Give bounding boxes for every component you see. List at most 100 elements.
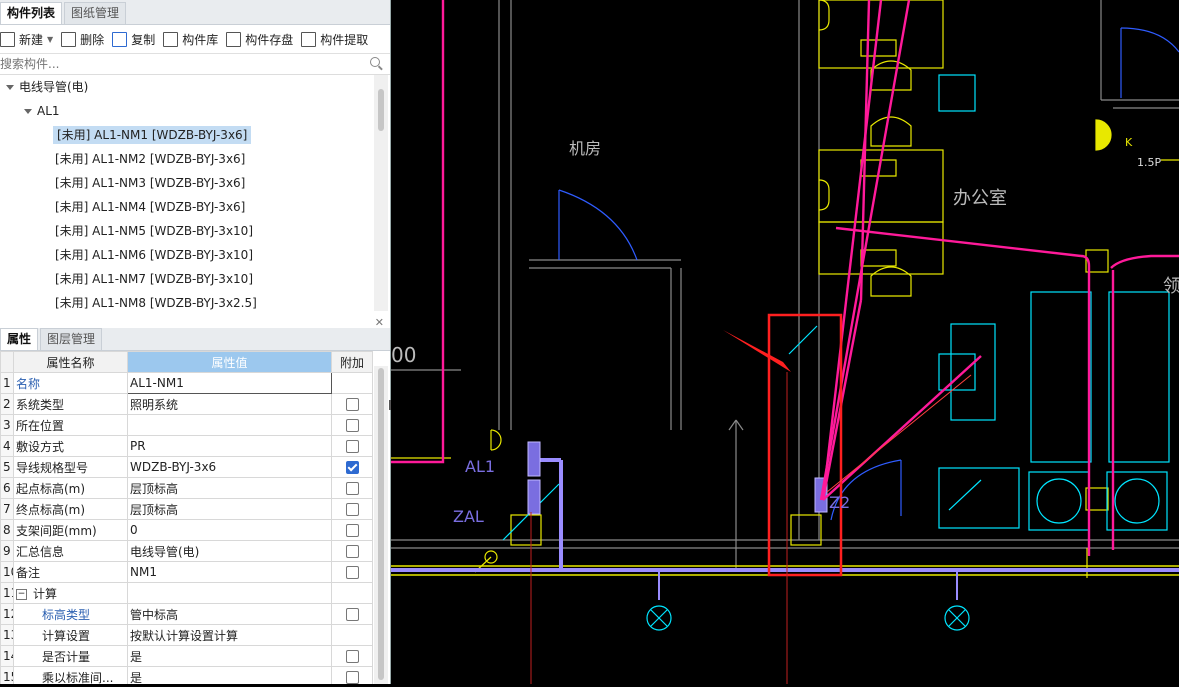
tab-component-list[interactable]: 构件列表	[0, 2, 63, 24]
property-value[interactable]: PR	[127, 435, 332, 457]
cad-canvas[interactable]: 机房 办公室 AL1 ZAL Z2 1.5P K 领 00	[391, 0, 1179, 684]
checkbox[interactable]	[345, 608, 359, 621]
drawing-svg[interactable]: 机房 办公室 AL1 ZAL Z2 1.5P K 领 00	[391, 0, 1179, 684]
property-value[interactable]	[127, 414, 332, 436]
extra-cell	[331, 624, 373, 646]
property-scrollbar[interactable]	[374, 366, 388, 684]
tree-scrollbar[interactable]	[374, 75, 388, 311]
property-value[interactable]	[127, 582, 332, 604]
row-index: 8	[0, 519, 14, 541]
property-value[interactable]: 是	[127, 666, 332, 685]
tree-item[interactable]: [未用] AL1-NM1 [WDZB-BYJ-3x6]	[0, 123, 372, 147]
table-row[interactable]: 11−计算	[0, 582, 373, 604]
checkbox[interactable]	[345, 398, 359, 411]
tab-properties[interactable]: 属性	[0, 328, 39, 350]
row-index: 9	[0, 540, 14, 562]
tree-item-label: [未用] AL1-NM7 [WDZB-BYJ-3x10]	[55, 272, 253, 286]
property-value[interactable]: 照明系统	[127, 393, 332, 415]
tab-layer-management[interactable]: 图层管理	[40, 328, 103, 350]
property-scrollbar-thumb[interactable]	[378, 368, 384, 680]
checkbox[interactable]	[345, 671, 359, 684]
checkbox[interactable]	[345, 503, 359, 516]
property-name: 导线规格型号	[13, 456, 128, 478]
tree-scrollbar-thumb[interactable]	[378, 89, 384, 131]
property-value-label: AL1-NM1	[130, 376, 184, 390]
checkbox[interactable]	[345, 566, 359, 579]
table-row[interactable]: 13 计算设置 按默认计算设置计算	[0, 624, 373, 646]
tree-item[interactable]: [未用] AL1-NM8 [WDZB-BYJ-3x2.5]	[0, 291, 372, 311]
tree-item[interactable]: [未用] AL1-NM2 [WDZB-BYJ-3x6]	[0, 147, 372, 171]
tab-drawing-management[interactable]: 图纸管理	[64, 2, 127, 24]
delete-button[interactable]: 删除	[61, 31, 104, 48]
property-value[interactable]: 是	[127, 645, 332, 667]
checkbox[interactable]	[345, 545, 359, 558]
property-value[interactable]: 管中标高	[127, 603, 332, 625]
property-name: 乘以标准间...	[13, 666, 128, 684]
table-row[interactable]: 14 是否计量 是	[0, 645, 373, 667]
tree-item[interactable]: [未用] AL1-NM3 [WDZB-BYJ-3x6]	[0, 171, 372, 195]
search-input[interactable]	[0, 54, 362, 74]
property-value[interactable]: 层顶标高	[127, 477, 332, 499]
chevron-down-icon[interactable]: ▼	[47, 35, 53, 44]
table-row[interactable]: 8 支架间距(mm) 0	[0, 519, 373, 541]
property-value[interactable]: AL1-NM1	[127, 372, 332, 394]
yellow-furniture	[391, 0, 1179, 578]
gray-walls	[391, 0, 1179, 570]
row-index: 10	[0, 561, 14, 583]
expand-arrow-icon[interactable]	[24, 109, 32, 114]
table-row[interactable]: 3 所在位置	[0, 414, 373, 436]
table-row[interactable]: 4 敷设方式 PR	[0, 435, 373, 457]
property-name-label: 支架间距(mm)	[16, 523, 97, 538]
table-row[interactable]: 7 终点标高(m) 层顶标高	[0, 498, 373, 520]
search-icon[interactable]	[370, 57, 380, 67]
extra-header: 附加	[331, 351, 373, 373]
tree-root[interactable]: 电线导管(电)	[0, 75, 372, 99]
copy-button[interactable]: 复制	[112, 31, 155, 48]
tree-item[interactable]: [未用] AL1-NM5 [WDZB-BYJ-3x10]	[0, 219, 372, 243]
new-button[interactable]: 新建 ▼	[0, 31, 53, 48]
tree-item[interactable]: [未用] AL1-NM4 [WDZB-BYJ-3x6]	[0, 195, 372, 219]
table-row[interactable]: 10备注 NM1	[0, 561, 373, 583]
row-index: 3	[0, 414, 14, 436]
property-value[interactable]: WDZB-BYJ-3x6	[127, 456, 332, 478]
checkbox[interactable]	[345, 440, 359, 453]
table-row[interactable]: 6 起点标高(m) 层顶标高	[0, 477, 373, 499]
property-value-label: WDZB-BYJ-3x6	[130, 460, 217, 474]
extract-component-button[interactable]: 构件提取	[301, 31, 368, 48]
property-value[interactable]: 层顶标高	[127, 498, 332, 520]
property-table: 属性名称 属性值 附加 1 名称 AL1-NM1 2 系统类型 照明系统 3 所在位置 4 敷设方…	[0, 351, 373, 684]
collapse-icon[interactable]: −	[16, 588, 27, 600]
checkbox[interactable]	[345, 419, 359, 432]
property-name: 所在位置	[13, 414, 128, 436]
row-index: 1	[0, 372, 14, 394]
property-value[interactable]: 按默认计算设置计算	[127, 624, 332, 646]
row-index: 13	[0, 624, 14, 646]
table-row[interactable]: 1 名称 AL1-NM1	[0, 372, 373, 394]
property-value-label: 是	[130, 670, 143, 685]
row-index: 4	[0, 435, 14, 457]
tree-item[interactable]: [未用] AL1-NM7 [WDZB-BYJ-3x10]	[0, 267, 372, 291]
tree-item[interactable]: [未用] AL1-NM6 [WDZB-BYJ-3x10]	[0, 243, 372, 267]
property-value[interactable]: NM1	[127, 561, 332, 583]
checkbox[interactable]	[345, 650, 359, 663]
property-name-label: 是否计量	[42, 649, 91, 664]
property-name: 支架间距(mm)	[13, 519, 128, 541]
library-button[interactable]: 构件库	[163, 31, 218, 48]
checkbox[interactable]	[345, 482, 359, 495]
property-value[interactable]: 电线导管(电)	[127, 540, 332, 562]
copy-icon	[112, 31, 128, 47]
property-value-label: 管中标高	[130, 607, 179, 622]
table-row[interactable]: 5 导线规格型号 WDZB-BYJ-3x6	[0, 456, 373, 478]
expand-arrow-icon[interactable]	[6, 85, 14, 90]
tree-group[interactable]: AL1	[0, 99, 372, 123]
property-value[interactable]: 0	[127, 519, 332, 541]
property-name-label: 系统类型	[16, 397, 65, 412]
property-name: 汇总信息	[13, 540, 128, 562]
checkbox[interactable]	[345, 524, 359, 537]
checkbox[interactable]	[345, 461, 359, 474]
save-component-button[interactable]: 构件存盘	[226, 31, 293, 48]
table-row[interactable]: 12 标高类型 管中标高	[0, 603, 373, 625]
table-row[interactable]: 9 汇总信息 电线导管(电)	[0, 540, 373, 562]
table-row[interactable]: 15 乘以标准间... 是	[0, 666, 373, 685]
table-row[interactable]: 2 系统类型 照明系统	[0, 393, 373, 415]
